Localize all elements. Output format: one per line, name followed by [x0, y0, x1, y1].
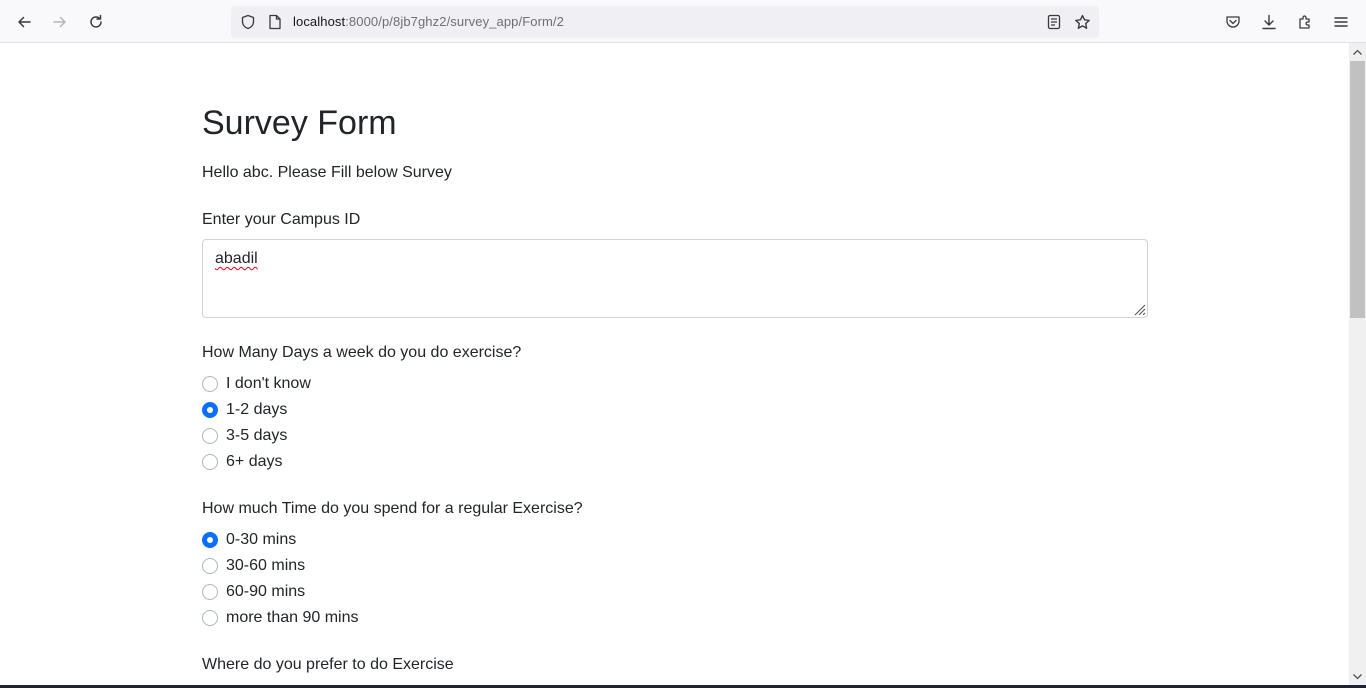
url-path: :8000/p/8jb7ghz2/survey_app/Form/2 [345, 14, 564, 29]
radio-label[interactable]: 6+ days [226, 453, 282, 471]
campus-id-value: abadil [215, 250, 258, 267]
radio-label[interactable]: more than 90 mins [226, 609, 359, 627]
arrow-right-icon [53, 16, 66, 28]
greeting-text: Hello abc. Please Fill below Survey [202, 164, 452, 181]
scroll-up-icon[interactable] [1349, 43, 1366, 60]
radio-label[interactable]: 30-60 mins [226, 557, 305, 575]
question-time-label: How much Time do you spend for a regular… [202, 500, 583, 517]
radio-button[interactable] [202, 376, 218, 392]
reload-icon [90, 14, 102, 28]
reload-button[interactable] [82, 8, 110, 36]
campus-id-textarea[interactable]: abadil [202, 239, 1148, 318]
radio-option-days-3[interactable]: 6+ days [202, 452, 282, 472]
download-icon [1262, 14, 1276, 30]
menu-button[interactable] [1330, 11, 1352, 33]
shield-icon[interactable] [239, 13, 257, 31]
radio-button[interactable] [202, 584, 218, 600]
radio-label[interactable]: 3-5 days [226, 427, 287, 445]
radio-label[interactable]: I don't know [226, 375, 311, 393]
forward-button[interactable] [46, 8, 74, 36]
page-content: Survey Form Hello abc. Please Fill below… [0, 43, 1349, 688]
radio-option-days-0[interactable]: I don't know [202, 374, 311, 394]
extensions-button[interactable] [1294, 11, 1316, 33]
radio-button[interactable] [202, 428, 218, 444]
downloads-button[interactable] [1258, 11, 1280, 33]
page-title: Survey Form [202, 104, 397, 142]
radio-option-days-1[interactable]: 1-2 days [202, 400, 287, 420]
scrollbar-thumb[interactable] [1350, 61, 1365, 318]
campus-id-label: Enter your Campus ID [202, 211, 361, 228]
radio-button[interactable] [202, 454, 218, 470]
radio-button[interactable] [202, 558, 218, 574]
radio-button-checked[interactable] [202, 402, 218, 418]
browser-toolbar: localhost:8000/p/8jb7ghz2/survey_app/For… [0, 0, 1366, 43]
radio-option-time-2[interactable]: 60-90 mins [202, 582, 305, 602]
bookmark-star-icon[interactable] [1073, 13, 1091, 31]
radio-option-time-0[interactable]: 0-30 mins [202, 530, 296, 550]
radio-button[interactable] [202, 610, 218, 626]
question-place-label: Where do you prefer to do Exercise [202, 656, 454, 673]
pocket-button[interactable] [1222, 11, 1244, 33]
vertical-scrollbar[interactable] [1349, 43, 1366, 688]
address-bar[interactable]: localhost:8000/p/8jb7ghz2/survey_app/For… [231, 6, 1099, 38]
resize-grip-icon[interactable] [1132, 302, 1146, 316]
question-days-label: How Many Days a week do you do exercise? [202, 344, 522, 361]
hamburger-menu-icon [1334, 17, 1348, 27]
puzzle-icon [1299, 15, 1310, 29]
url-host: localhost [293, 14, 346, 29]
radio-label[interactable]: 60-90 mins [226, 583, 305, 601]
back-button[interactable] [10, 8, 38, 36]
radio-label[interactable]: 1-2 days [226, 401, 287, 419]
url-text[interactable]: localhost:8000/p/8jb7ghz2/survey_app/For… [293, 14, 564, 29]
radio-label[interactable]: 0-30 mins [226, 531, 296, 549]
page-icon[interactable] [267, 13, 283, 31]
radio-option-time-1[interactable]: 30-60 mins [202, 556, 305, 576]
reader-view-icon[interactable] [1045, 13, 1063, 31]
scroll-down-icon[interactable] [1349, 668, 1366, 685]
pocket-icon [1226, 16, 1240, 28]
radio-button-checked[interactable] [202, 532, 218, 548]
radio-option-days-2[interactable]: 3-5 days [202, 426, 287, 446]
radio-option-time-3[interactable]: more than 90 mins [202, 608, 359, 628]
arrow-left-icon [18, 16, 31, 28]
